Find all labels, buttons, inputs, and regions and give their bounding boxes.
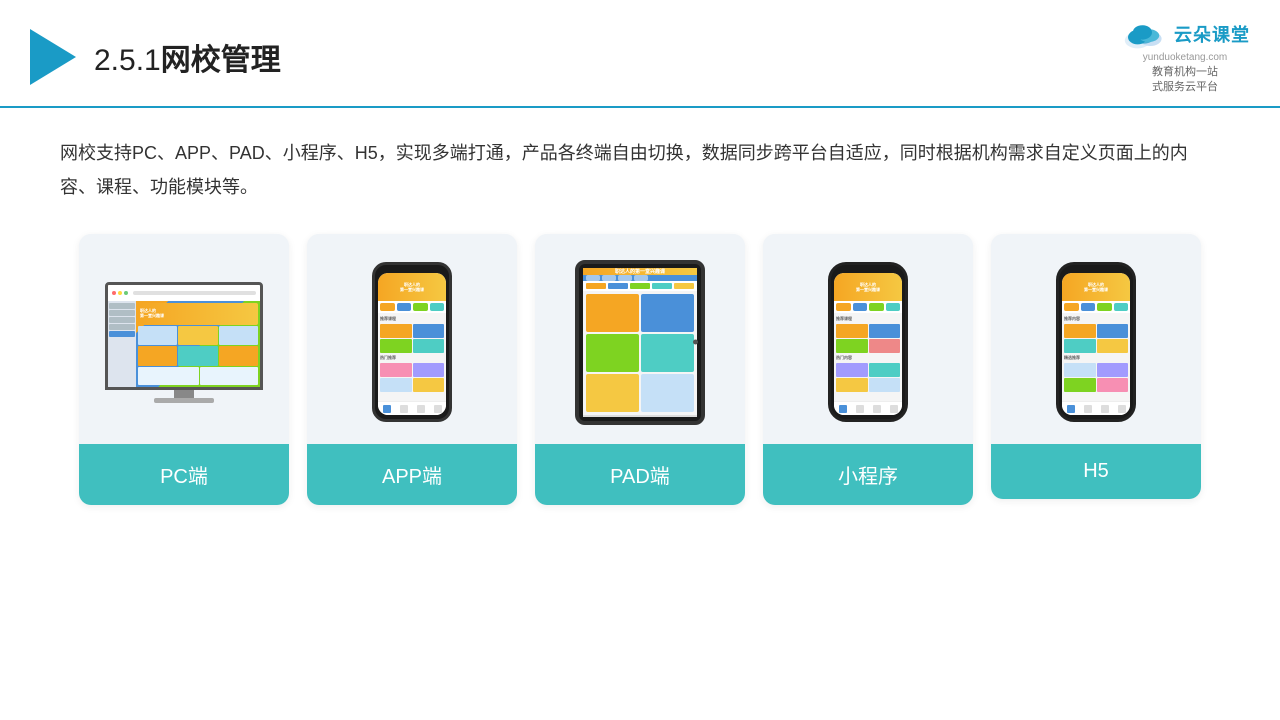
mini-phone-icon: 职达人的第一堂兴趣课 推荐课程 [828, 262, 908, 422]
card-pc: 职达人的第一堂兴趣课 [79, 234, 289, 505]
card-h5: 职达人的第一堂兴趣课 推荐内容 [991, 234, 1201, 499]
cloud-logo-mark: 云朵课堂 [1120, 18, 1250, 50]
pad-home-button [693, 340, 698, 345]
h5-phone-icon: 职达人的第一堂兴趣课 推荐内容 [1056, 262, 1136, 422]
brand-name: 云朵课堂 [1174, 21, 1250, 47]
card-mini-image: 职达人的第一堂兴趣课 推荐课程 [763, 234, 973, 444]
header-left: 2.5.1网校管理 [30, 29, 281, 85]
brand-tagline: 教育机构一站 式服务云平台 [1152, 65, 1218, 96]
card-mini-label: 小程序 [763, 444, 973, 505]
card-pad: 职达人的第一堂兴趣课 [535, 234, 745, 505]
card-pc-image: 职达人的第一堂兴趣课 [79, 234, 289, 444]
card-mini: 职达人的第一堂兴趣课 推荐课程 [763, 234, 973, 505]
card-pad-image: 职达人的第一堂兴趣课 [535, 234, 745, 444]
phone-notch [400, 265, 424, 271]
main-content: 网校支持PC、APP、PAD、小程序、H5，实现多端打通，产品各终端自由切换，数… [0, 108, 1280, 525]
card-app-label: APP端 [307, 444, 517, 505]
pad-screen: 职达人的第一堂兴趣课 [583, 268, 697, 417]
card-pc-label: PC端 [79, 444, 289, 505]
mini-phone-screen: 职达人的第一堂兴趣课 推荐课程 [834, 273, 902, 415]
h5-phone-screen: 职达人的第一堂兴趣课 推荐内容 [1062, 273, 1130, 415]
card-h5-image: 职达人的第一堂兴趣课 推荐内容 [991, 234, 1201, 444]
card-pad-label: PAD端 [535, 444, 745, 505]
play-icon [30, 29, 76, 85]
card-h5-label: H5 [991, 444, 1201, 499]
page-header: 2.5.1网校管理 云朵课堂 yunduoketang.com 教育机构一站 式… [0, 0, 1280, 108]
card-app-image: 职达人的第一堂兴趣课 推荐课程 [307, 234, 517, 444]
page-title: 2.5.1网校管理 [94, 35, 281, 79]
description-text: 网校支持PC、APP、PAD、小程序、H5，实现多端打通，产品各终端自由切换，数… [60, 136, 1220, 204]
h5-phone-notch [1085, 265, 1107, 272]
pc-monitor-icon: 职达人的第一堂兴趣课 [105, 282, 263, 403]
cloud-svg-icon [1120, 18, 1168, 50]
card-app: 职达人的第一堂兴趣课 推荐课程 [307, 234, 517, 505]
brand-logo: 云朵课堂 yunduoketang.com 教育机构一站 式服务云平台 [1120, 18, 1250, 96]
app-phone-screen: 职达人的第一堂兴趣课 推荐课程 [378, 273, 446, 415]
brand-url: yunduoketang.com [1143, 52, 1228, 63]
mini-phone-notch [857, 265, 879, 272]
device-cards-container: 职达人的第一堂兴趣课 [60, 234, 1220, 505]
app-phone-icon: 职达人的第一堂兴趣课 推荐课程 [372, 262, 452, 422]
pad-tablet-icon: 职达人的第一堂兴趣课 [575, 260, 705, 425]
